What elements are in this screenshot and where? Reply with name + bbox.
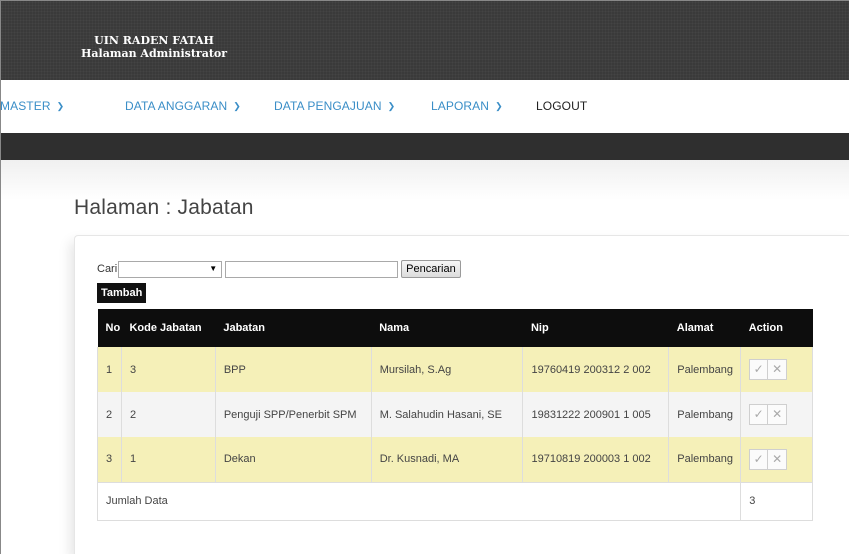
brand-title: UIN RADEN FATAH <box>94 34 214 47</box>
search-button[interactable]: Pencarian <box>401 260 461 278</box>
chevron-down-icon: ❯ <box>495 101 503 111</box>
footer-label: Jumlah Data <box>96 481 742 521</box>
col-header-nip: Nip <box>522 309 669 347</box>
col-header-no: No <box>97 309 122 347</box>
check-icon[interactable]: ✓ <box>749 359 769 380</box>
close-icon[interactable]: ✕ <box>768 448 788 470</box>
row-actions: ✓ ✕ <box>749 404 788 425</box>
cell-no: 2 <box>97 392 122 437</box>
table-header-row: No Kode Jabatan Jabatan Nama Nip Alamat … <box>97 309 813 347</box>
table-footer-row: Jumlah Data 3 <box>96 481 813 521</box>
row-actions: ✓ ✕ <box>749 448 788 470</box>
table-row: 2 2 Penguji SPP/Penerbit SPM M. Salahudi… <box>97 392 813 437</box>
page-title: Halaman : Jabatan <box>74 196 254 219</box>
search-label: Cari <box>97 263 118 275</box>
cell-nip: 19760419 200312 2 002 <box>522 347 670 392</box>
cell-action: ✓ ✕ <box>740 392 813 437</box>
chevron-down-icon: ❯ <box>56 101 65 111</box>
main-nav: MASTER ❯ DATA ANGGARAN ❯ DATA PENGAJUAN ❯ L… <box>0 80 849 133</box>
nav-logout-label: LOGOUT <box>536 99 588 113</box>
cell-alamat: Palembang <box>668 392 742 437</box>
search-field-select[interactable]: ▼ <box>118 260 223 278</box>
cell-no: 3 <box>97 437 122 482</box>
cell-kode: 3 <box>121 347 216 392</box>
footer-count: 3 <box>740 481 813 521</box>
nav-data-pengajuan-label: DATA PENGAJUAN <box>274 99 382 113</box>
cell-alamat: Palembang <box>668 437 742 482</box>
chevron-down-icon: ❯ <box>233 101 241 111</box>
nav-data-anggaran[interactable]: DATA ANGGARAN ❯ <box>125 99 241 113</box>
search-bar: Cari ▼ Pencarian <box>97 260 461 278</box>
dropdown-arrow-icon: ▼ <box>209 263 218 273</box>
table-row: 1 3 BPP Mursilah, S.Ag 19760419 200312 2… <box>97 347 813 392</box>
cell-kode: 2 <box>121 392 216 437</box>
cell-nip: 19831222 200901 1 005 <box>522 392 670 437</box>
check-icon[interactable]: ✓ <box>749 448 769 470</box>
cell-kode: 1 <box>121 437 216 482</box>
cell-jabatan: Dekan <box>215 437 372 482</box>
cell-nip: 19710819 200003 1 002 <box>522 437 670 482</box>
cell-nama: M. Salahudin Hasani, SE <box>371 392 524 437</box>
cell-jabatan: BPP <box>215 347 372 392</box>
col-header-kode-jabatan: Kode Jabatan <box>121 309 216 347</box>
cell-alamat: Palembang <box>668 347 742 392</box>
close-icon[interactable]: ✕ <box>768 359 788 380</box>
add-button[interactable]: Tambah <box>97 283 147 303</box>
col-header-jabatan: Jabatan <box>215 309 372 347</box>
col-header-action: Action <box>740 309 813 347</box>
nav-divider-bar <box>1 133 849 160</box>
table-row: 3 1 Dekan Dr. Kusnadi, MA 19710819 20000… <box>97 437 813 482</box>
col-header-alamat: Alamat <box>668 309 741 347</box>
cell-nama: Mursilah, S.Ag <box>371 347 524 392</box>
jabatan-table: No Kode Jabatan Jabatan Nama Nip Alamat … <box>96 309 813 521</box>
check-icon[interactable]: ✓ <box>749 404 769 425</box>
site-header: UIN RADEN FATAH Halaman Administrator <box>1 1 849 80</box>
chevron-down-icon: ❯ <box>387 101 396 111</box>
nav-data-anggaran-label: DATA ANGGARAN <box>125 99 228 113</box>
cell-action: ✓ ✕ <box>740 347 813 392</box>
nav-data-pengajuan[interactable]: DATA PENGAJUAN ❯ <box>274 99 395 113</box>
nav-logout[interactable]: LOGOUT <box>536 99 587 113</box>
cell-action: ✓ ✕ <box>740 437 813 482</box>
row-actions: ✓ ✕ <box>749 359 788 380</box>
search-input[interactable] <box>225 260 399 278</box>
close-icon[interactable]: ✕ <box>768 404 788 425</box>
nav-master-label: MASTER <box>0 99 51 113</box>
brand: UIN RADEN FATAH Halaman Administrator <box>81 34 227 60</box>
nav-master[interactable]: MASTER ❯ <box>0 99 64 113</box>
nav-laporan-label: LAPORAN <box>431 99 490 113</box>
nav-laporan[interactable]: LAPORAN ❯ <box>431 99 503 113</box>
col-header-nama: Nama <box>371 309 523 347</box>
brand-subtitle: Halaman Administrator <box>81 47 228 60</box>
cell-no: 1 <box>97 347 122 392</box>
cell-nama: Dr. Kusnadi, MA <box>371 437 524 482</box>
cell-jabatan: Penguji SPP/Penerbit SPM <box>215 392 372 437</box>
